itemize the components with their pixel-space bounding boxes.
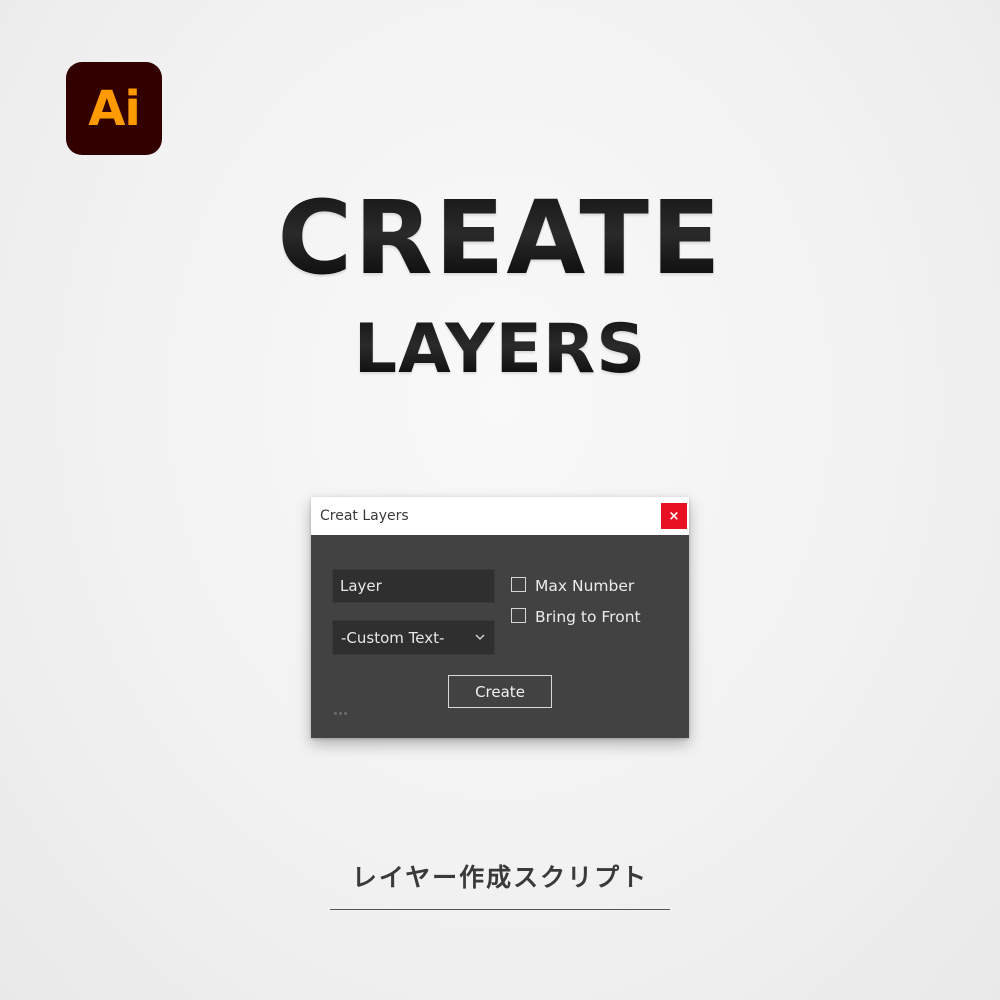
- headline-layers: LAYERS: [0, 316, 1000, 384]
- dialog-titlebar[interactable]: Creat Layers ×: [311, 497, 689, 535]
- layer-name-input[interactable]: [332, 569, 495, 603]
- grip-dot: [339, 712, 342, 715]
- chevron-down-icon: [474, 633, 486, 643]
- dropdown-selected-value: -Custom Text-: [341, 628, 445, 647]
- illustrator-logo: Ai: [66, 62, 162, 155]
- bring-to-front-label: Bring to Front: [535, 608, 641, 626]
- max-number-checkbox-row[interactable]: Max Number: [511, 576, 635, 595]
- max-number-checkbox[interactable]: [511, 576, 526, 592]
- text-mode-dropdown[interactable]: -Custom Text-: [332, 620, 495, 655]
- grip-dot: [334, 712, 337, 715]
- dialog-content: -Custom Text- Max Number Bring to Front …: [311, 535, 689, 738]
- grip-dots-icon[interactable]: [334, 712, 347, 715]
- max-number-label: Max Number: [535, 577, 635, 595]
- japanese-caption: レイヤー作成スクリプト: [351, 863, 649, 892]
- close-button[interactable]: ×: [661, 503, 687, 529]
- create-layers-dialog: Creat Layers × -Custom Text- Max Number …: [311, 497, 689, 738]
- create-button[interactable]: Create: [448, 675, 552, 708]
- grip-dot: [344, 712, 347, 715]
- bring-to-front-checkbox[interactable]: [511, 607, 526, 623]
- close-icon: ×: [668, 508, 680, 524]
- caption-underline: [330, 909, 670, 910]
- dialog-title: Creat Layers: [320, 508, 409, 524]
- headline-create: CREATE: [0, 188, 1000, 290]
- illustrator-logo-text: Ai: [88, 80, 141, 137]
- bring-to-front-checkbox-row[interactable]: Bring to Front: [511, 607, 641, 626]
